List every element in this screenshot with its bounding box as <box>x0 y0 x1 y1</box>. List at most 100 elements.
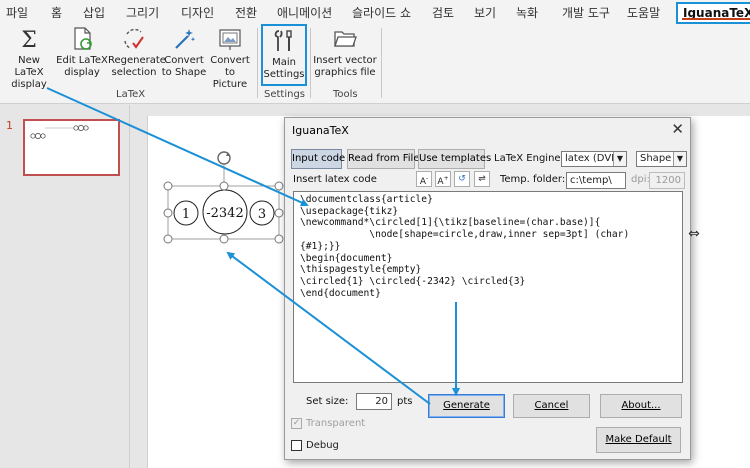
button-label-line1: New LaTeX <box>14 55 44 78</box>
tools-icon <box>274 30 292 51</box>
tab-design[interactable]: 디자인 <box>181 4 214 21</box>
read-from-file-tab[interactable]: Read from File <box>347 149 420 169</box>
dpi-label: dpi: <box>631 174 650 185</box>
insert-latex-label: Insert latex code <box>293 174 377 185</box>
check-icon: ✓ <box>291 418 302 429</box>
about-button[interactable]: About... <box>600 394 682 418</box>
folder-icon <box>334 31 357 47</box>
font-size-increase-icon[interactable]: A+ <box>435 171 451 187</box>
picture-icon <box>219 29 241 50</box>
debug-checkbox[interactable]: Debug <box>291 440 339 451</box>
code-line: \end{document} <box>300 287 381 299</box>
set-size-label: Set size: <box>306 396 349 407</box>
regenerate-icon <box>124 28 144 49</box>
tab-file[interactable]: 파일 <box>6 4 28 21</box>
tools-group-label: Tools <box>333 89 358 100</box>
latex-engine-label: LaTeX Engine: <box>494 153 564 164</box>
group-divider <box>257 28 258 98</box>
code-line: \circled{1} \circled{-2342} \circled{3} <box>300 275 526 287</box>
temp-folder-input[interactable]: c:\temp\ <box>566 172 626 189</box>
word-wrap-icon[interactable]: ⇌ <box>474 171 490 187</box>
regenerate-selection-button[interactable]: Regenerate selection <box>108 26 166 79</box>
use-templates-tab[interactable]: Use templates <box>418 149 491 169</box>
tab-iguanatex[interactable]: IguanaTeX <box>676 2 750 24</box>
latex-group-label: LaTeX <box>116 89 146 100</box>
tab-slideshow[interactable]: 슬라이드 쇼 <box>352 4 411 21</box>
group-divider <box>310 28 311 98</box>
tab-record[interactable]: 녹화 <box>516 4 538 21</box>
set-size-unit: pts <box>397 396 413 407</box>
tab-view[interactable]: 보기 <box>474 4 496 21</box>
button-label-line1: Regenerate <box>108 55 166 66</box>
tab-developer[interactable]: 개발 도구 <box>562 4 610 21</box>
tab-help[interactable]: 도움말 <box>627 4 660 21</box>
set-size-input[interactable]: 20 <box>356 393 392 410</box>
tab-animations[interactable]: 애니메이션 <box>277 4 332 21</box>
code-line: \thispagestyle{empty} <box>300 264 422 276</box>
code-line: {#1};}} <box>300 240 341 252</box>
edit-latex-display-button[interactable]: Edit LaTeX display <box>56 26 108 79</box>
latex-engine-value: latex (DVI) <box>565 153 619 164</box>
generate-button[interactable]: Generate <box>428 394 505 418</box>
chevron-down-icon: ▼ <box>613 152 626 166</box>
sigma-icon: Σ <box>21 28 37 52</box>
button-label-line2: selection <box>111 67 157 78</box>
generate-label: Generate <box>443 400 490 411</box>
button-label-line1: Edit LaTeX <box>56 55 108 66</box>
button-label-line1: Convert <box>164 55 204 66</box>
ribbon-tab-bar: 파일 홈 삽입 그리기 디자인 전환 애니메이션 슬라이드 쇼 검토 보기 녹화… <box>0 0 750 24</box>
group-divider <box>381 28 382 98</box>
output-type-value: Shape <box>640 153 672 164</box>
code-line: \begin{document} <box>300 252 393 264</box>
new-latex-display-button[interactable]: Σ New LaTeX display <box>3 26 55 91</box>
slide-number: 1 <box>6 119 13 132</box>
chevron-down-icon: ▼ <box>673 152 686 166</box>
about-label: About... <box>621 400 661 411</box>
input-code-tab[interactable]: Input code <box>291 149 345 169</box>
code-line: \newcommand*\circled[1]{\tikz[baseline=(… <box>300 217 601 229</box>
make-default-button[interactable]: Make Default <box>596 427 681 453</box>
close-icon[interactable]: ✕ <box>671 120 684 138</box>
transparent-checkbox[interactable]: ✓ Transparent <box>291 418 365 429</box>
dpi-input[interactable]: 1200 <box>649 172 685 189</box>
button-label-line2: display <box>11 79 47 90</box>
code-line: \usepackage{tikz} <box>300 205 399 217</box>
tab-review[interactable]: 검토 <box>432 4 454 21</box>
output-type-select[interactable]: Shape ▼ <box>636 151 687 167</box>
cancel-button[interactable]: Cancel <box>513 394 590 418</box>
button-label-line1: Convert <box>210 55 250 66</box>
make-default-label: Make Default <box>605 434 672 445</box>
ribbon: Σ New LaTeX display Edit LaTeX display R… <box>0 24 750 104</box>
checkbox-box <box>291 440 302 451</box>
convert-to-shape-button[interactable]: Convert to Shape <box>161 26 207 79</box>
latex-engine-select[interactable]: latex (DVI) ▼ <box>561 151 627 167</box>
button-label-line2: display <box>64 67 100 78</box>
main-settings-button[interactable]: Main Settings <box>261 24 307 86</box>
button-label-line2: to Shape <box>161 67 207 78</box>
transparent-label: Transparent <box>306 418 366 429</box>
slide-thumbnail[interactable] <box>23 119 120 176</box>
latex-code-editor[interactable]: \documentclass{article} \usepackage{tikz}… <box>293 191 683 383</box>
button-label-line2: graphics file <box>314 67 376 78</box>
magic-wand-icon <box>175 29 196 49</box>
tab-transitions[interactable]: 전환 <box>235 4 257 21</box>
convert-to-picture-button[interactable]: Convert to Picture <box>207 26 253 91</box>
tab-home[interactable]: 홈 <box>51 4 62 21</box>
settings-group-label: Settings <box>264 89 306 100</box>
tab-draw[interactable]: 그리기 <box>126 4 159 21</box>
button-label-line1: Insert vector <box>313 55 377 66</box>
temp-folder-label: Temp. folder: <box>500 174 566 185</box>
debug-label: Debug <box>306 440 339 451</box>
reset-font-icon[interactable]: ↺ <box>454 171 470 187</box>
font-size-decrease-icon[interactable]: A- <box>416 171 432 187</box>
slide-thumbnail-pane: 1 <box>0 105 130 468</box>
code-line: \node[shape=circle,draw,inner sep=3pt] (… <box>300 229 630 241</box>
insert-vector-graphics-button[interactable]: Insert vector graphics file <box>313 26 377 79</box>
edit-document-icon <box>74 27 92 50</box>
button-label-line1: Main <box>272 57 296 68</box>
iguanatex-dialog: IguanaTeX ✕ Input code Read from File Us… <box>284 117 691 460</box>
tab-insert[interactable]: 삽입 <box>83 4 105 21</box>
button-label-line2: to Picture <box>212 67 248 90</box>
thumbnail-preview <box>30 125 89 139</box>
code-line: \documentclass{article} <box>300 194 433 205</box>
